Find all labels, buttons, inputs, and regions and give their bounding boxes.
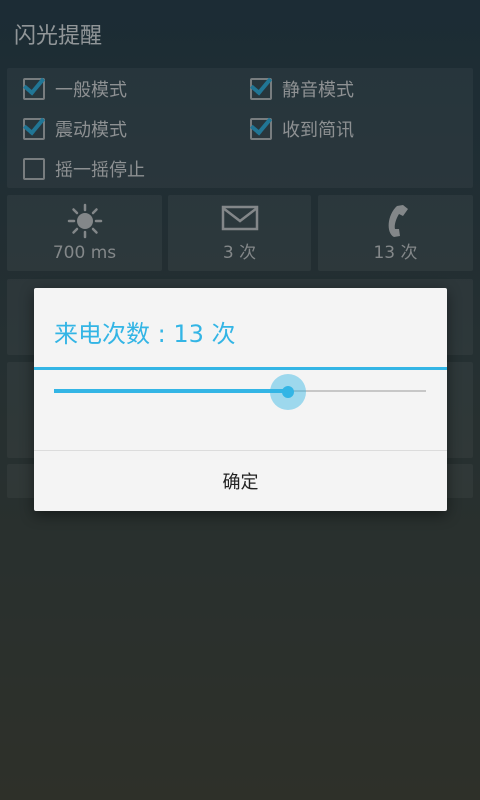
call-count-slider[interactable] bbox=[54, 374, 426, 410]
dialog-title-divider bbox=[34, 367, 447, 370]
confirm-button[interactable]: 确定 bbox=[34, 451, 447, 511]
dialog-title: 来电次数 : 13 次 bbox=[54, 320, 236, 348]
slider-thumb[interactable] bbox=[282, 386, 294, 398]
slider-fill bbox=[54, 389, 288, 393]
call-count-dialog: 来电次数 : 13 次 确定 bbox=[34, 288, 447, 511]
